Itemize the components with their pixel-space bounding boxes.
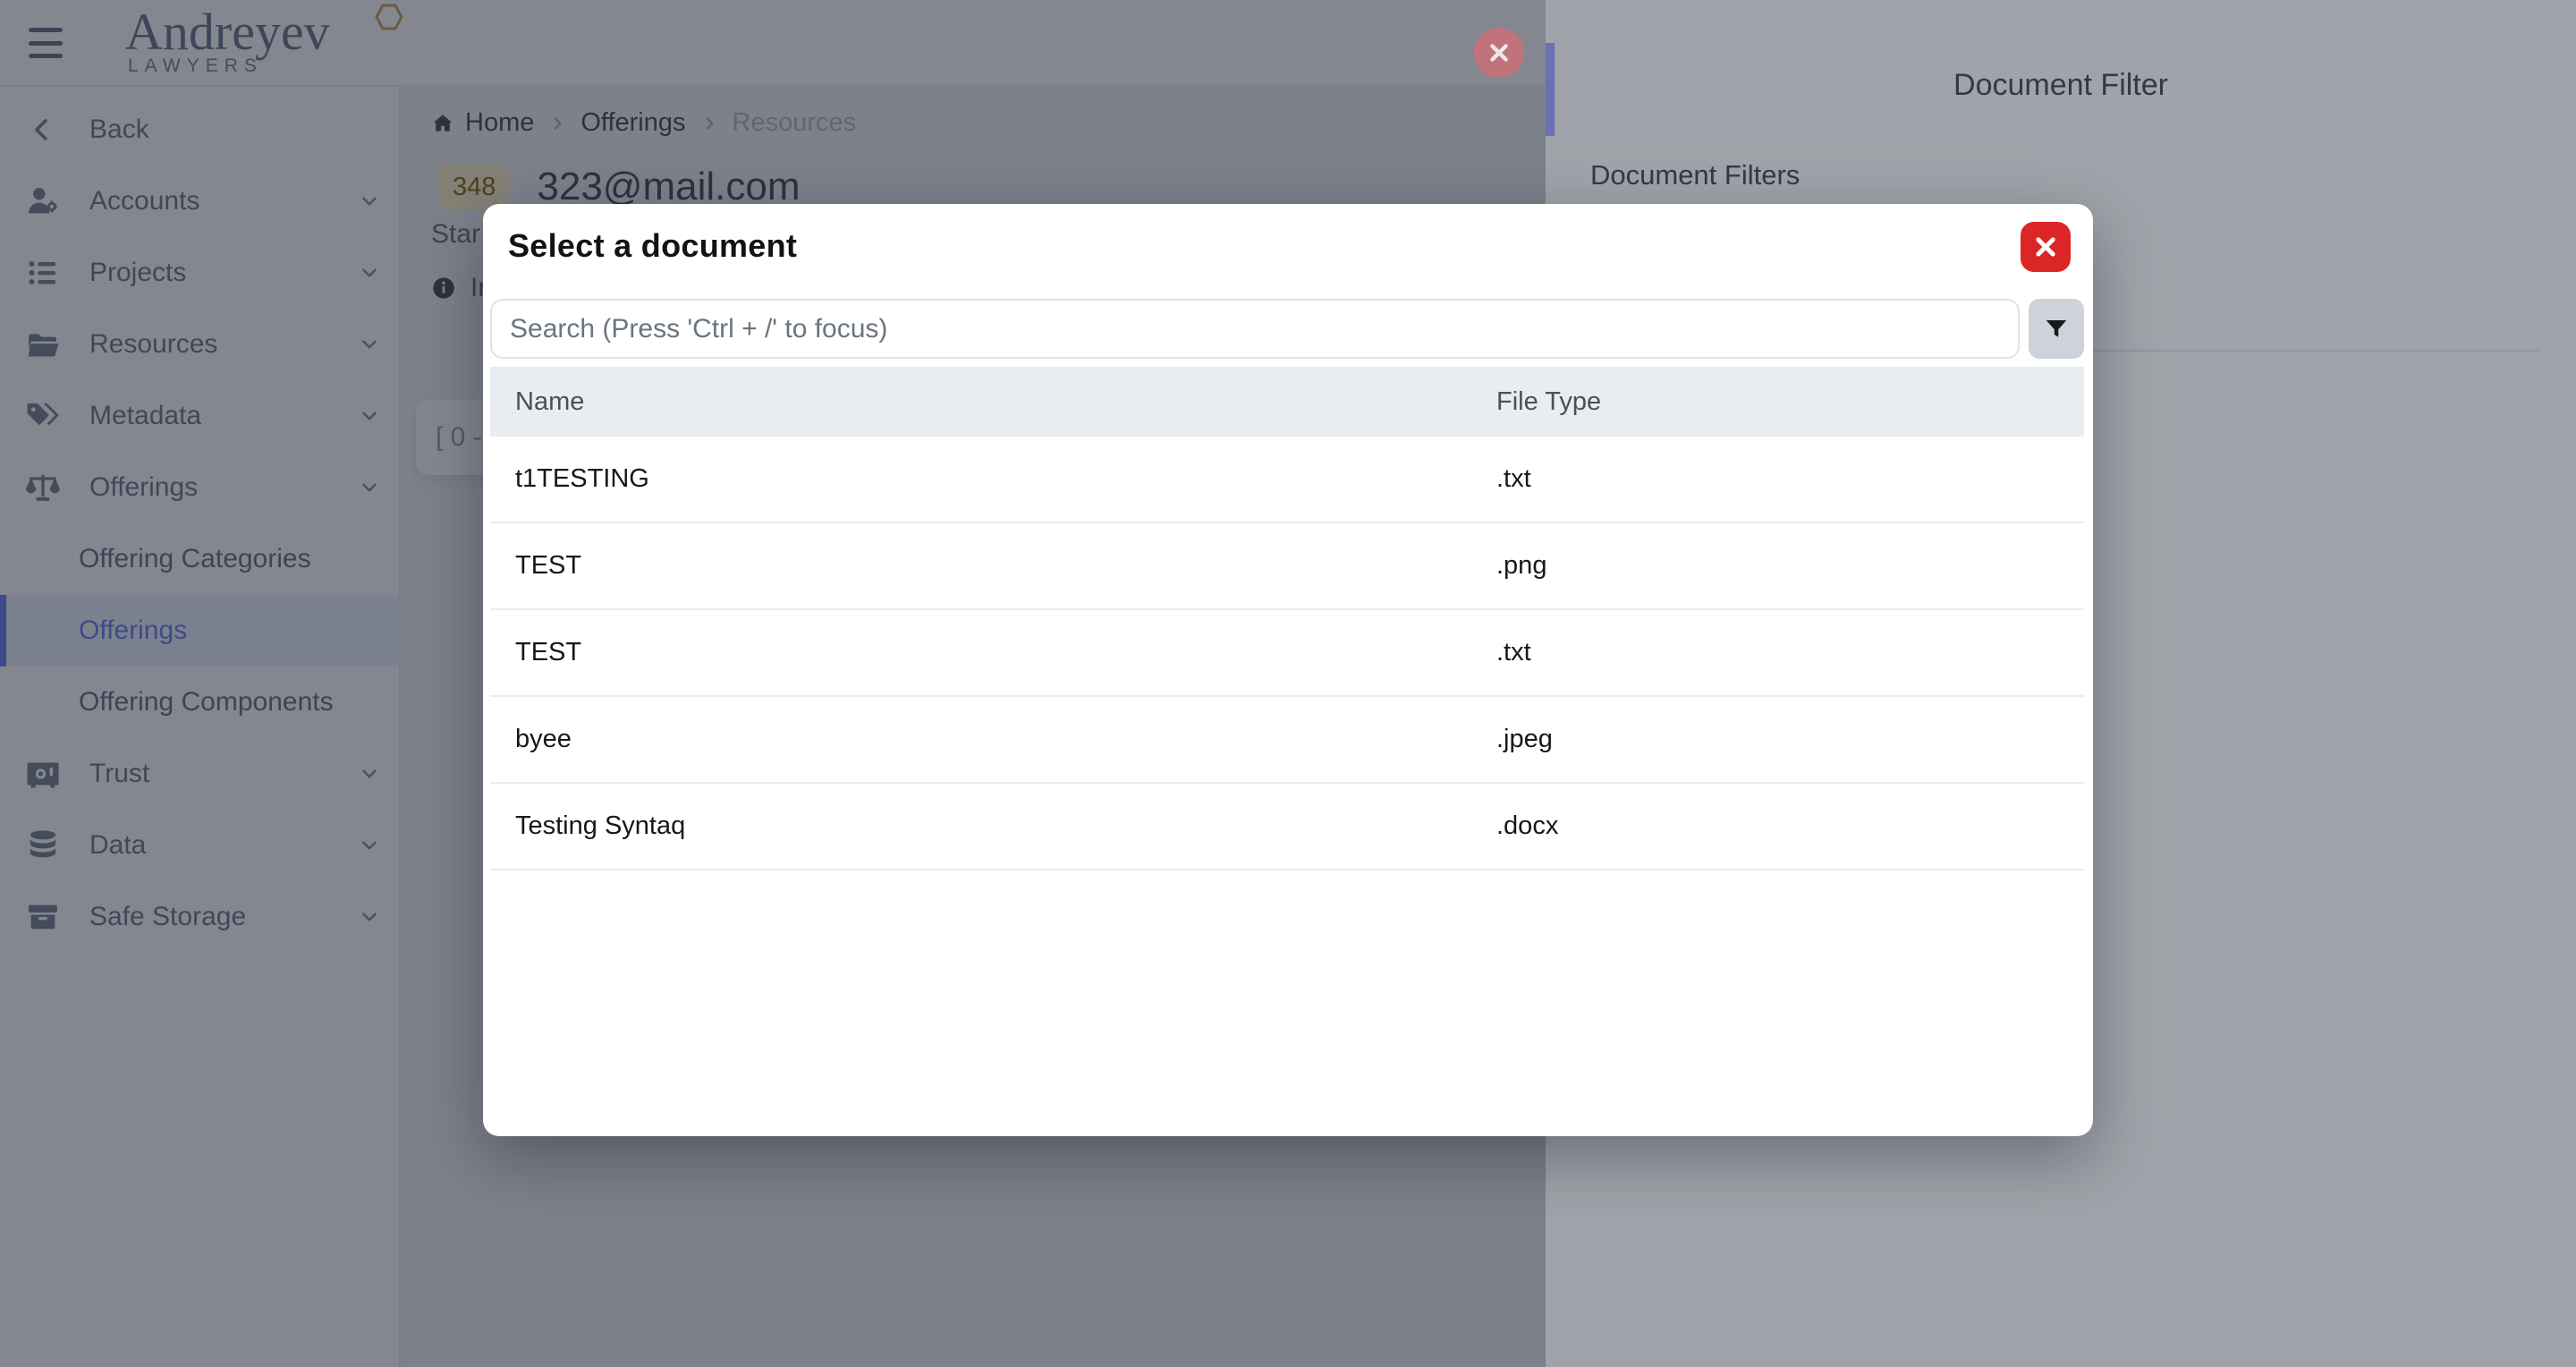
cell-file-type: .png [1496,551,2084,581]
column-header-name: Name [490,387,1496,417]
column-header-file-type: File Type [1496,387,2084,417]
table-row[interactable]: Testing Syntaq .docx [490,784,2084,870]
funnel-filter-icon [2043,316,2070,343]
cell-file-type: .txt [1496,464,2084,494]
filter-button[interactable] [2029,299,2084,359]
cell-name: t1TESTING [490,464,1496,494]
table-row[interactable]: TEST .txt [490,610,2084,697]
cell-file-type: .txt [1496,638,2084,667]
cell-name: byee [490,725,1496,754]
document-table: Name File Type t1TESTING .txt TEST .png … [490,367,2084,870]
table-row[interactable]: byee .jpeg [490,697,2084,784]
cell-file-type: .jpeg [1496,725,2084,754]
table-row[interactable]: t1TESTING .txt [490,437,2084,523]
table-row[interactable]: TEST .png [490,523,2084,610]
select-document-modal: Select a document Name File Type t1TESTI… [483,204,2093,1136]
drawer-scrollbar-thumb[interactable] [1546,43,1555,136]
cell-name: Testing Syntaq [490,811,1496,841]
document-search-input[interactable] [490,299,2020,359]
cell-name: TEST [490,551,1496,581]
modal-close-button[interactable] [2021,222,2071,272]
table-header-row: Name File Type [490,367,2084,437]
drawer-close-button[interactable] [1474,28,1524,78]
cell-file-type: .docx [1496,811,2084,841]
modal-title: Select a document [508,227,797,265]
modal-search-row [490,299,2084,359]
close-x-icon [2033,234,2058,259]
cell-name: TEST [490,638,1496,667]
